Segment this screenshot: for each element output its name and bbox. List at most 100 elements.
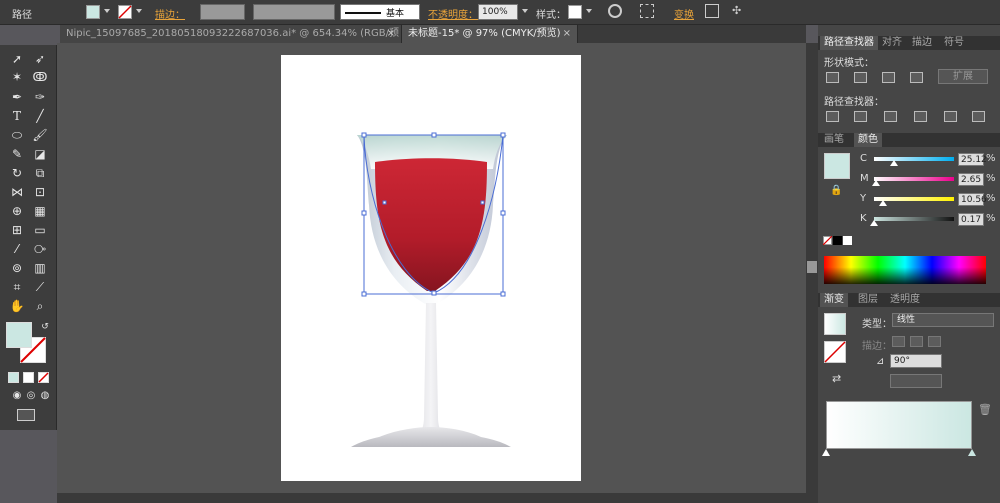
zoom-icon[interactable]: ⌕ [31,298,49,314]
eyedropper-icon[interactable]: ⁄ [8,241,26,257]
stroke-swatch[interactable] [118,5,132,19]
crop-icon[interactable] [914,111,927,122]
graph-icon[interactable]: ▥ [31,260,49,276]
close-icon[interactable]: × [387,25,395,43]
eraser-icon[interactable]: ◪ [31,146,49,162]
variable-width-field[interactable] [253,4,335,20]
artboard-icon[interactable]: ⌗ [8,279,26,295]
vertical-scrollbar[interactable] [806,43,818,493]
gradient-slider[interactable] [826,401,972,449]
tab-layers[interactable]: 图层 [854,293,882,307]
tab-gradient[interactable]: 渐变 [820,293,848,307]
blend-icon[interactable]: ⧂ [31,241,49,257]
tab-transparency[interactable]: 透明度 [886,293,924,307]
fill-dropdown-arrow[interactable] [104,9,110,13]
stroke-label[interactable]: 描边： [155,6,185,22]
rotate-icon[interactable]: ↻ [8,165,26,181]
style-swatch[interactable] [568,5,582,19]
channel-value-k[interactable]: 0.17 [958,213,984,226]
gradient-type-select[interactable]: 线性 [892,313,994,327]
stroke-across-icon[interactable] [928,336,941,347]
intersect-icon[interactable] [882,72,895,83]
paintbrush-icon[interactable]: 🖌 [31,127,49,143]
opacity-label[interactable]: 不透明度： [428,6,478,22]
delete-stop-icon[interactable]: 🗑 [978,403,992,416]
pen-icon[interactable]: ✒ [8,89,26,105]
channel-value-c[interactable]: 25.12 [958,153,987,166]
gradient-mode-icon[interactable] [23,372,34,383]
scroll-thumb[interactable] [807,261,817,273]
none-swatch[interactable] [823,236,832,245]
canvas-area[interactable] [57,43,806,493]
channel-thumb-y[interactable] [878,200,887,206]
magic-wand-icon[interactable]: ✶ [8,69,26,85]
channel-slider-k[interactable] [874,217,954,221]
selection-icon[interactable]: ➚ [8,51,26,67]
stroke-profile-select[interactable]: 基本 [340,4,420,20]
fill-swatch[interactable] [86,5,100,19]
color-mode-icon[interactable] [8,372,19,383]
color-spectrum[interactable] [824,256,986,284]
ellipse-icon[interactable]: ⬭ [8,127,26,143]
opacity-dropdown-arrow[interactable] [522,9,528,13]
tab-stroke[interactable]: 描边 [908,36,936,50]
expand-button[interactable]: 扩展 [938,69,988,84]
minus-back-icon[interactable] [972,111,985,122]
tab-untitled-15[interactable]: 未标题-15* @ 97% (CMYK/预览) × [402,25,578,43]
isolate-icon[interactable] [705,4,719,18]
scale-icon[interactable]: ⧉ [31,165,49,181]
tab-brushes[interactable]: 画笔 [820,133,848,147]
white-swatch[interactable] [843,236,852,245]
stroke-along-icon[interactable] [910,336,923,347]
line-icon[interactable]: ╱ [31,108,49,124]
angle-field[interactable]: 90° [890,354,942,368]
direct-selection-icon[interactable]: ➶ [31,51,49,67]
black-swatch[interactable] [833,236,842,245]
symbol-sprayer-icon[interactable]: ⊚ [8,260,26,276]
stroke-dropdown-arrow[interactable] [136,9,142,13]
artboard[interactable] [281,55,581,481]
gradient-stop-left[interactable] [822,449,830,456]
gradient-stop-right[interactable] [968,449,976,456]
tab-color[interactable]: 颜色 [854,133,882,147]
recolor-icon[interactable] [608,4,622,18]
channel-value-y[interactable]: 10.56 [958,193,987,206]
gradient-icon[interactable]: ▭ [31,222,49,238]
fill-indicator[interactable] [6,322,32,348]
type-icon[interactable]: T [8,108,26,124]
unite-icon[interactable] [826,72,839,83]
hand-icon[interactable]: ✋ [8,298,26,314]
free-transform-icon[interactable]: ⊡ [31,184,49,200]
stroke-within-icon[interactable] [892,336,905,347]
channel-thumb-m[interactable] [872,180,881,186]
channel-thumb-c[interactable] [890,160,898,166]
minus-front-icon[interactable] [854,72,867,83]
tab-align[interactable]: 对齐 [878,36,906,50]
tab-pathfinder[interactable]: 路径查找器 [820,36,878,50]
curvature-icon[interactable]: ✑ [31,89,49,105]
slice-icon[interactable]: ⟋ [31,279,49,295]
aspect-ratio-field[interactable] [890,374,942,388]
channel-slider-m[interactable] [874,177,954,181]
gradient-preview[interactable] [824,313,846,335]
channel-thumb-k[interactable] [870,220,878,226]
outline-icon[interactable] [944,111,957,122]
style-dropdown-arrow[interactable] [586,9,592,13]
width-icon[interactable]: ⋈ [8,184,26,200]
transform-link[interactable]: 变换 [674,6,694,22]
reverse-gradient-icon[interactable]: ⇄ [832,372,841,385]
color-fill-swatch[interactable] [824,153,850,179]
shape-builder-icon[interactable]: ⊕ [8,203,26,219]
tab-nipic-document[interactable]: Nipic_15097685_20180518093222687036.ai* … [60,25,402,57]
channel-slider-c[interactable] [874,157,954,161]
divide-icon[interactable] [826,111,839,122]
trim-icon[interactable] [854,111,867,122]
wine-glass-artwork[interactable] [281,55,581,481]
stroke-weight-field[interactable] [200,4,245,20]
lasso-icon[interactable]: ↂ [31,69,49,85]
align-icon[interactable] [640,4,654,18]
pencil-icon[interactable]: ✎ [8,146,26,162]
draw-inside-icon[interactable]: ◍ [36,388,54,404]
opacity-field[interactable]: 100% [478,4,518,20]
channel-value-m[interactable]: 2.65 [958,173,984,186]
